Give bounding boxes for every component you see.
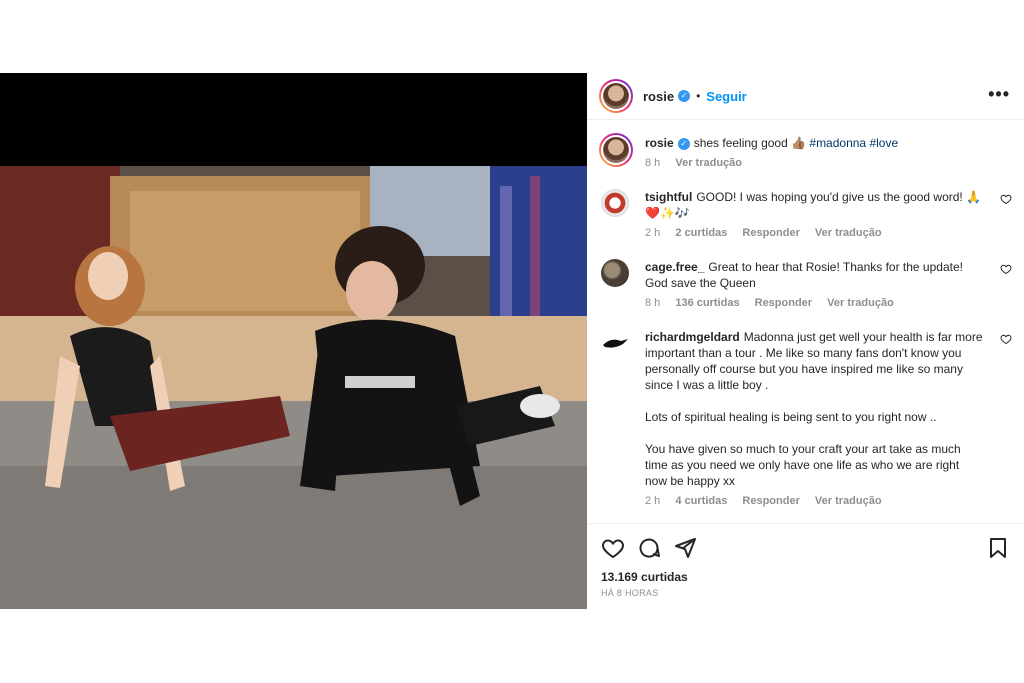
bird-icon (603, 339, 628, 348)
comment-time: 2 h (645, 227, 661, 239)
post-timestamp: HÁ 8 HORAS (601, 588, 659, 598)
comment-username[interactable]: richardmgeldard (645, 330, 740, 344)
post-header: rosie ✓ • Seguir ••• (587, 73, 1024, 120)
comment-time: 8 h (645, 297, 661, 309)
translate-link[interactable]: Ver tradução (815, 227, 882, 239)
comment-meta: 2 h 2 curtidas Responder Ver tradução (645, 227, 984, 239)
reply-button[interactable]: Responder (742, 495, 799, 507)
header-separator: • (696, 89, 701, 103)
caption-avatar[interactable] (599, 133, 633, 167)
post-photo-illustration (0, 166, 587, 609)
caption-text: rosie ✓ shes feeling good 👍🏽 #madonna #lov… (645, 133, 984, 151)
author-avatar[interactable] (599, 79, 633, 113)
comment-likes[interactable]: 136 curtidas (675, 297, 739, 309)
post-media[interactable] (0, 73, 587, 609)
comment-item: richardmgeldard Madonna just get well you… (587, 329, 1024, 507)
share-icon[interactable] (673, 536, 697, 560)
follow-button[interactable]: Seguir (706, 89, 746, 104)
comments-list[interactable]: rosie ✓ shes feeling good 👍🏽 #madonna #lov… (587, 121, 1024, 522)
post-sidebar: rosie ✓ • Seguir ••• rosie ✓ shes feeling … (587, 73, 1024, 609)
comment-item: tsightful GOOD! I was hoping you'd give u… (587, 189, 1024, 239)
post-caption: rosie ✓ shes feeling good 👍🏽 #madonna #lov… (587, 133, 1024, 169)
verified-icon: ✓ (678, 90, 691, 102)
heart-icon[interactable] (1000, 193, 1012, 205)
comment-text-paragraph: You have given so much to your craft you… (645, 442, 961, 488)
action-icons-row (601, 536, 1010, 560)
translate-link[interactable]: Ver tradução (815, 495, 882, 507)
comment-text: cage.free_ Great to hear that Rosie! Than… (645, 259, 984, 291)
comment-avatar[interactable] (601, 189, 629, 217)
more-icon[interactable]: ••• (988, 84, 1010, 105)
comment-username[interactable]: cage.free_ (645, 260, 704, 274)
comment-text-paragraph: Lots of spiritual healing is being sent … (645, 410, 937, 424)
comment-text: tsightful GOOD! I was hoping you'd give u… (645, 189, 984, 221)
comment-item: cage.free_ Great to hear that Rosie! Than… (587, 259, 1024, 309)
comment-icon[interactable] (637, 536, 661, 560)
reply-button[interactable]: Responder (755, 297, 812, 309)
comment-meta: 2 h 4 curtidas Responder Ver tradução (645, 495, 984, 507)
author-username[interactable]: rosie (643, 89, 674, 104)
comment-likes[interactable]: 4 curtidas (675, 495, 727, 507)
comment-username[interactable]: tsightful (645, 190, 692, 204)
reply-button[interactable]: Responder (742, 227, 799, 239)
comment-avatar[interactable] (601, 329, 629, 357)
caption-body: shes feeling good 👍🏽 (693, 136, 807, 150)
comment-likes[interactable]: 2 curtidas (675, 227, 727, 239)
caption-meta: 8 h Ver tradução (645, 157, 984, 169)
post-actions: 13.169 curtidas HÁ 8 HORAS (587, 523, 1024, 598)
caption-username[interactable]: rosie (645, 136, 674, 150)
heart-icon[interactable] (1000, 263, 1012, 275)
verified-icon: ✓ (677, 137, 690, 150)
comment-time: 2 h (645, 495, 661, 507)
comment-text: richardmgeldard Madonna just get well you… (645, 329, 984, 393)
post-photo[interactable] (0, 166, 587, 609)
caption-translate-link[interactable]: Ver tradução (675, 157, 742, 169)
comment-meta: 8 h 136 curtidas Responder Ver tradução (645, 297, 984, 309)
heart-icon[interactable] (1000, 333, 1012, 345)
comment-body: GOOD! I was hoping you'd give us the goo… (645, 190, 982, 220)
translate-link[interactable]: Ver tradução (827, 297, 894, 309)
comment-avatar[interactable] (601, 259, 629, 287)
likes-count[interactable]: 13.169 curtidas (601, 570, 1010, 584)
heart-icon[interactable] (601, 536, 625, 560)
caption-time: 8 h (645, 157, 661, 169)
instagram-post: rosie ✓ • Seguir ••• rosie ✓ shes feeling … (0, 73, 1024, 609)
caption-hashtags[interactable]: #madonna #love (809, 136, 898, 150)
bookmark-icon[interactable] (986, 536, 1010, 560)
